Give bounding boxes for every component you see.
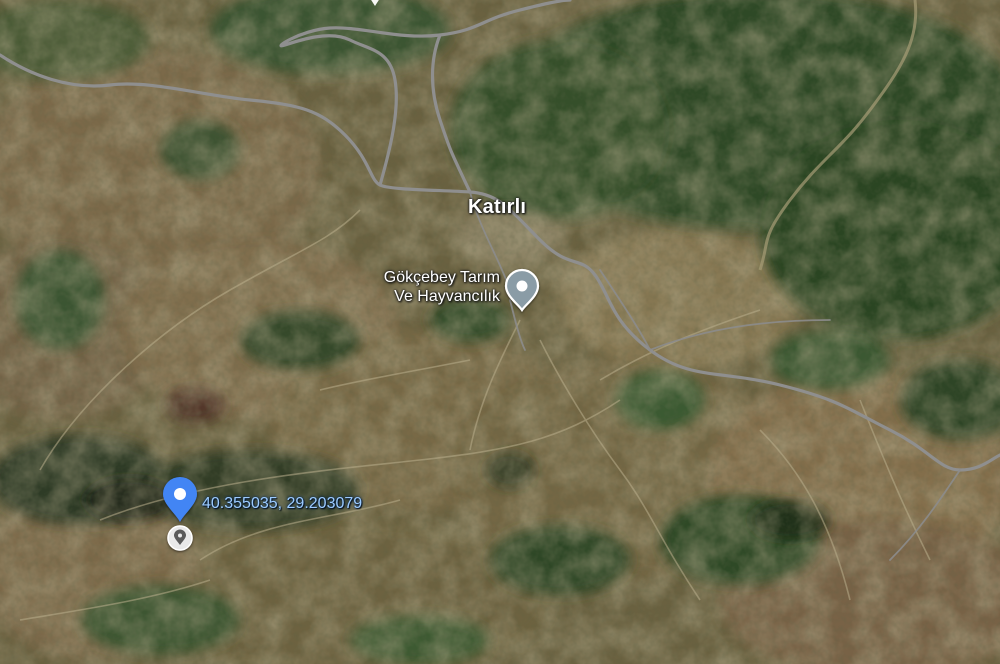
poi-label-line1: Gökçebey Tarım [383, 269, 500, 286]
poi-label-line2: Ve Hayvancılık [394, 288, 500, 305]
poi-label[interactable]: Gökçebey Tarım Ve Hayvancılık [350, 268, 500, 306]
satellite-map[interactable] [0, 0, 1000, 664]
town-label-katirli[interactable]: Katırlı [468, 196, 526, 219]
location-pin-small-icon[interactable] [167, 525, 193, 551]
dropped-pin-coordinates[interactable]: 40.355035, 29.203079 [202, 495, 362, 513]
